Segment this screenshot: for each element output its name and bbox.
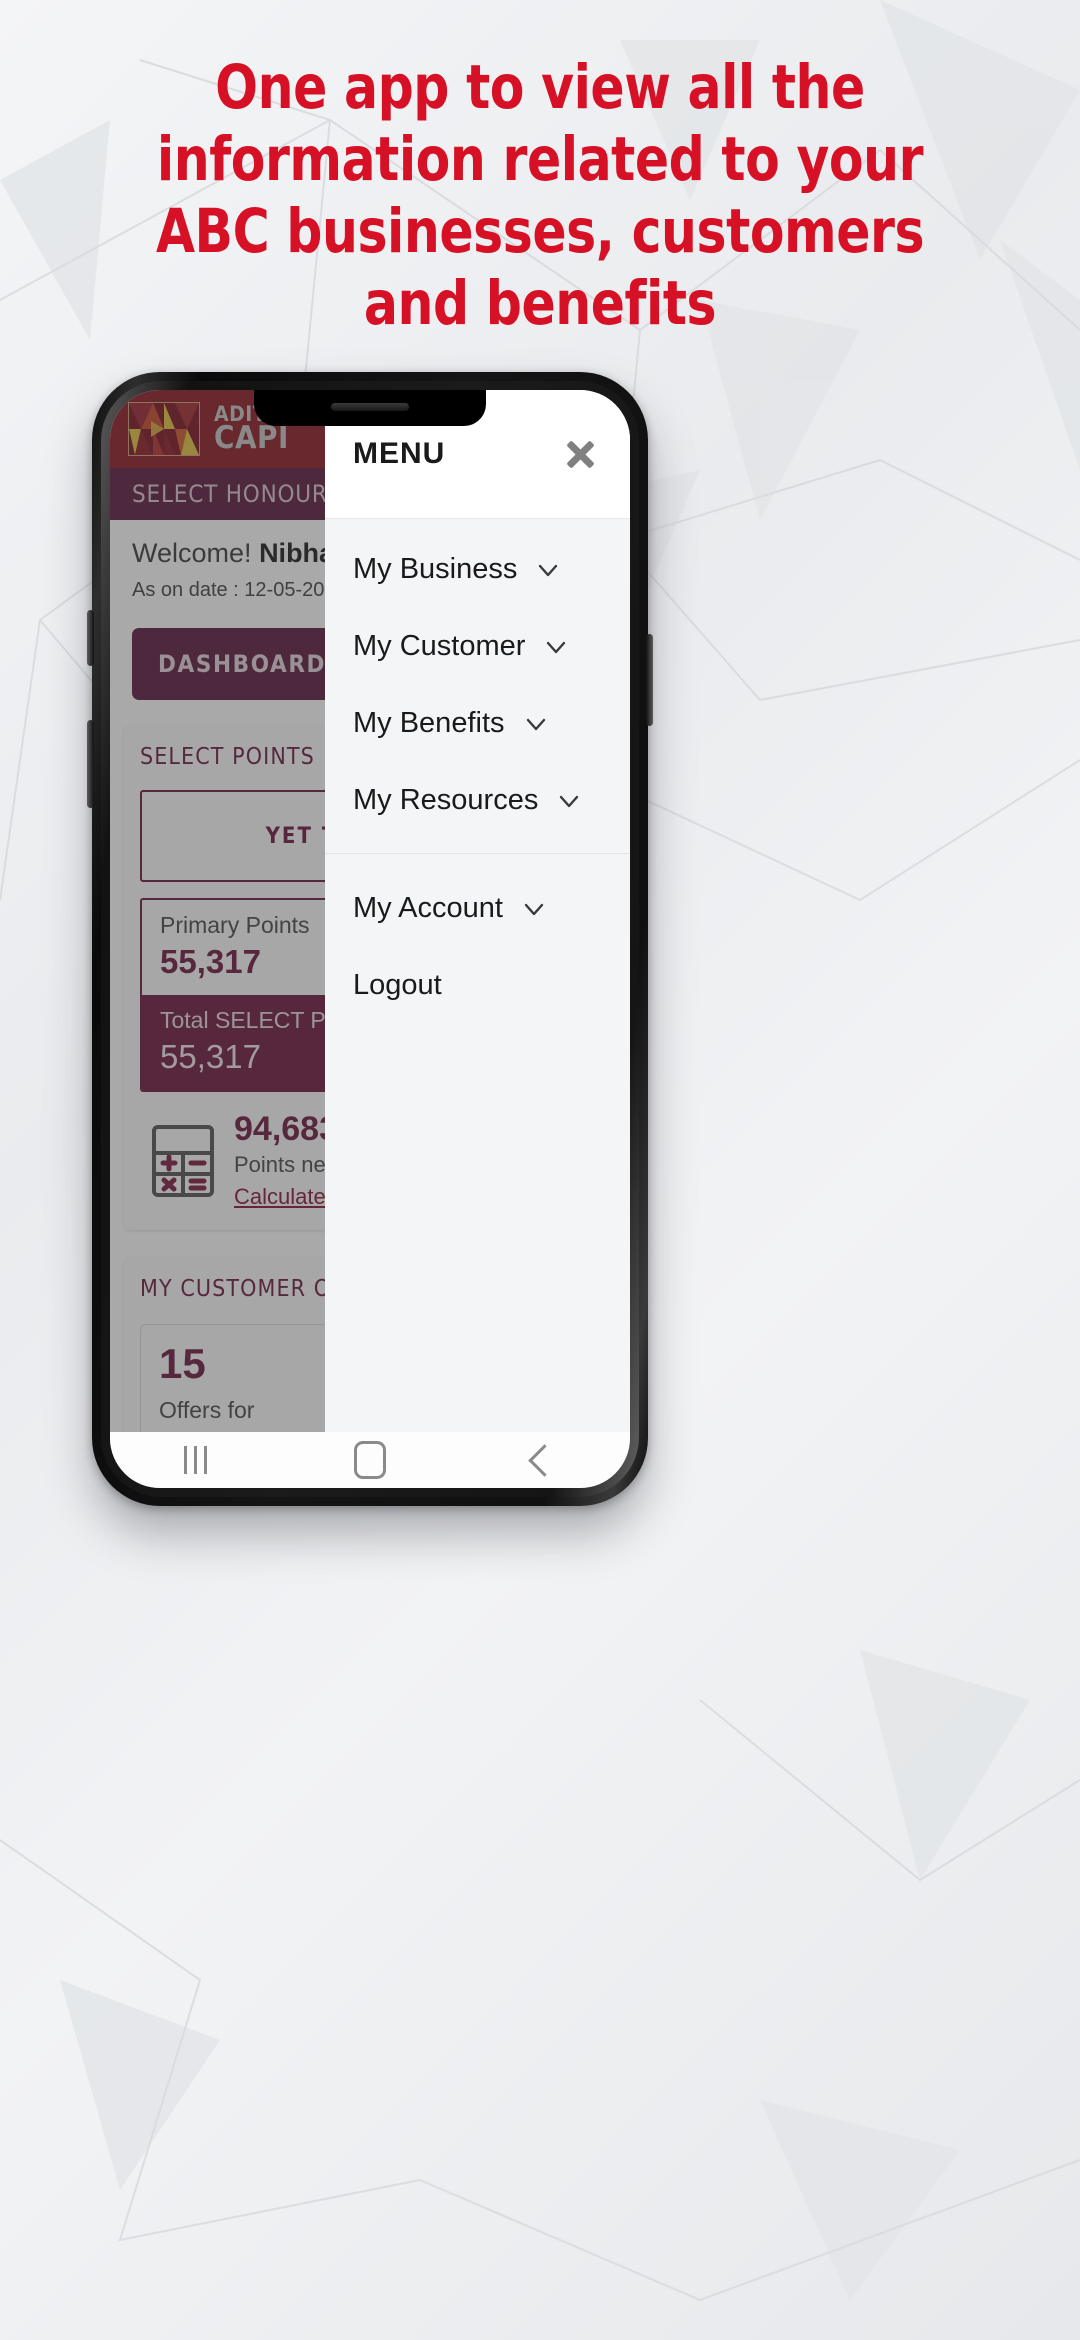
earpiece-speaker (331, 403, 409, 411)
chevron-down-icon (543, 634, 569, 660)
menu-list-primary: My Business My Customer My Benefits My R… (325, 519, 630, 839)
home-icon[interactable] (353, 1441, 386, 1479)
page-headline: One app to view all the information rela… (155, 52, 925, 339)
chevron-down-icon (556, 788, 582, 814)
menu-item-logout[interactable]: Logout (325, 947, 630, 1024)
menu-item-label: My Customer (353, 630, 526, 662)
chevron-down-icon (523, 711, 549, 737)
menu-item-my-customer[interactable]: My Customer (325, 608, 630, 685)
menu-item-my-resources[interactable]: My Resources (325, 762, 630, 839)
recents-icon[interactable] (183, 1446, 207, 1474)
menu-item-label: My Business (353, 553, 518, 585)
menu-item-my-account[interactable]: My Account (325, 870, 630, 947)
phone-button-left-top (87, 610, 94, 666)
phone-mockup: ADITYA CAPI SELECT HONOURE Welcome! Nibh… (87, 372, 653, 1506)
menu-item-label: My Benefits (353, 707, 505, 739)
menu-drawer: MENU My Business My Customer My Benefits… (325, 390, 630, 1432)
back-icon[interactable] (528, 1443, 562, 1477)
menu-divider (325, 853, 630, 854)
menu-item-my-benefits[interactable]: My Benefits (325, 685, 630, 762)
phone-button-left-bottom (87, 720, 94, 808)
menu-item-label: My Account (353, 892, 503, 924)
menu-item-label: Logout (353, 969, 442, 1001)
drawer-title: MENU (353, 437, 446, 470)
phone-button-right (646, 634, 653, 726)
chevron-down-icon (521, 896, 547, 922)
phone-screen: ADITYA CAPI SELECT HONOURE Welcome! Nibh… (110, 390, 630, 1488)
menu-item-label: My Resources (353, 784, 539, 816)
android-navigation-bar (110, 1432, 630, 1488)
menu-item-my-business[interactable]: My Business (325, 531, 630, 608)
chevron-down-icon (535, 557, 561, 583)
menu-list-secondary: My Account Logout (325, 858, 630, 1024)
close-icon[interactable] (560, 434, 600, 474)
